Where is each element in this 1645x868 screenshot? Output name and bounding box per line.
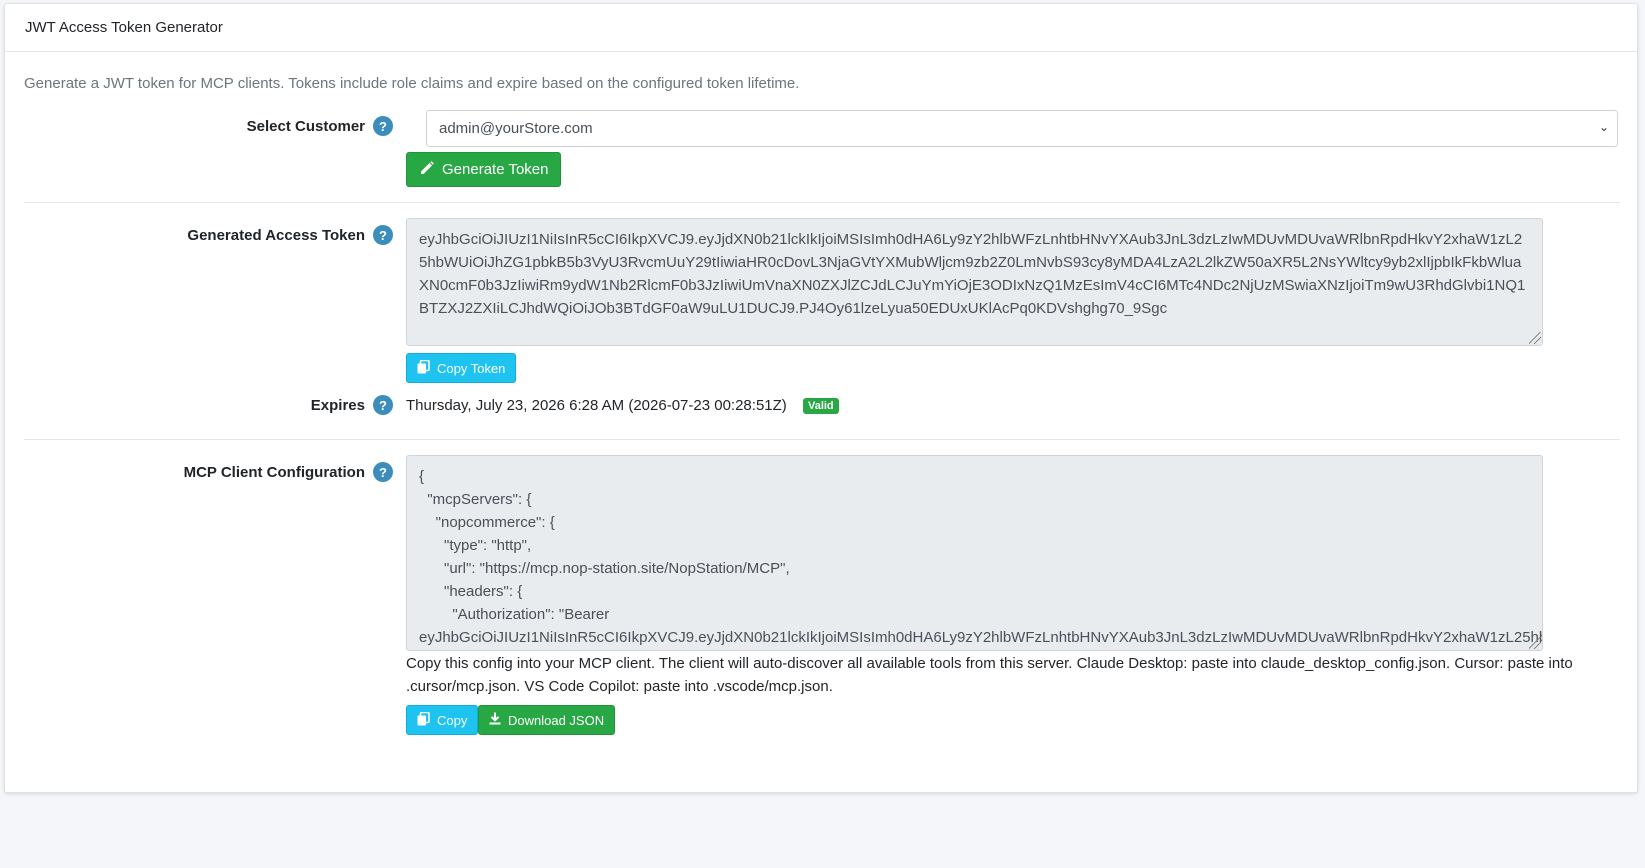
divider <box>24 439 1620 440</box>
generate-token-button[interactable]: Generate Token <box>406 152 562 187</box>
copy-token-label: Copy Token <box>437 360 506 376</box>
download-json-button[interactable]: Download JSON <box>478 705 616 735</box>
config-hint: Copy this config into your MCP client. T… <box>406 655 1573 695</box>
generate-token-label: Generate Token <box>442 161 549 178</box>
help-icon[interactable]: ? <box>373 225 393 245</box>
divider <box>24 202 1620 203</box>
token-generator-card: JWT Access Token Generator Generate a JW… <box>4 3 1638 793</box>
expires-row: Thursday, July 23, 2026 6:28 AM (2026-07… <box>406 397 839 415</box>
customer-select[interactable]: admin@yourStore.com ⌄ <box>426 110 1618 147</box>
help-icon[interactable]: ? <box>373 462 393 482</box>
config-textarea[interactable]: { "mcpServers": { "nopcommerce": { "type… <box>406 455 1543 651</box>
copy-token-button[interactable]: Copy Token <box>406 353 517 383</box>
token-textarea[interactable]: eyJhbGciOiJIUzI1NiIsInR5cCI6IkpXVCJ9.eyJ… <box>406 218 1543 346</box>
help-icon[interactable]: ? <box>373 395 393 415</box>
valid-badge: Valid <box>802 398 839 415</box>
config-label-group: MCP Client Configuration ? <box>184 462 393 482</box>
download-icon <box>489 712 501 728</box>
token-label-group: Generated Access Token ? <box>187 225 393 245</box>
chevron-down-icon: ⌄ <box>1598 120 1609 134</box>
description-text: Generate a JWT token for MCP clients. To… <box>24 75 800 92</box>
select-customer-label: Select Customer <box>246 117 365 135</box>
generated-token-label: Generated Access Token <box>187 226 365 244</box>
resize-handle-icon[interactable] <box>1529 332 1541 344</box>
select-customer-label-group: Select Customer ? <box>247 116 393 136</box>
expires-label: Expires <box>310 396 365 414</box>
help-icon[interactable]: ? <box>373 116 393 136</box>
expires-value: Thursday, July 23, 2026 6:28 AM (2026-07… <box>406 397 787 414</box>
copy-config-label: Copy <box>437 712 468 728</box>
download-json-label: Download JSON <box>508 712 605 728</box>
card-header: JWT Access Token Generator <box>5 4 1637 52</box>
mcp-config-label: MCP Client Configuration <box>183 463 365 481</box>
expires-label-group: Expires ? <box>311 395 393 415</box>
copy-icon <box>417 711 430 729</box>
card-title: JWT Access Token Generator <box>25 19 223 36</box>
resize-handle-icon[interactable] <box>1529 637 1541 649</box>
copy-icon <box>417 359 430 377</box>
token-value: eyJhbGciOiJIUzI1NiIsInR5cCI6IkpXVCJ9.eyJ… <box>419 231 1526 317</box>
customer-select-value: admin@yourStore.com <box>439 120 593 137</box>
pencil-icon <box>419 160 435 180</box>
config-value: { "mcpServers": { "nopcommerce": { "type… <box>419 468 1543 646</box>
copy-config-button[interactable]: Copy <box>406 705 479 735</box>
